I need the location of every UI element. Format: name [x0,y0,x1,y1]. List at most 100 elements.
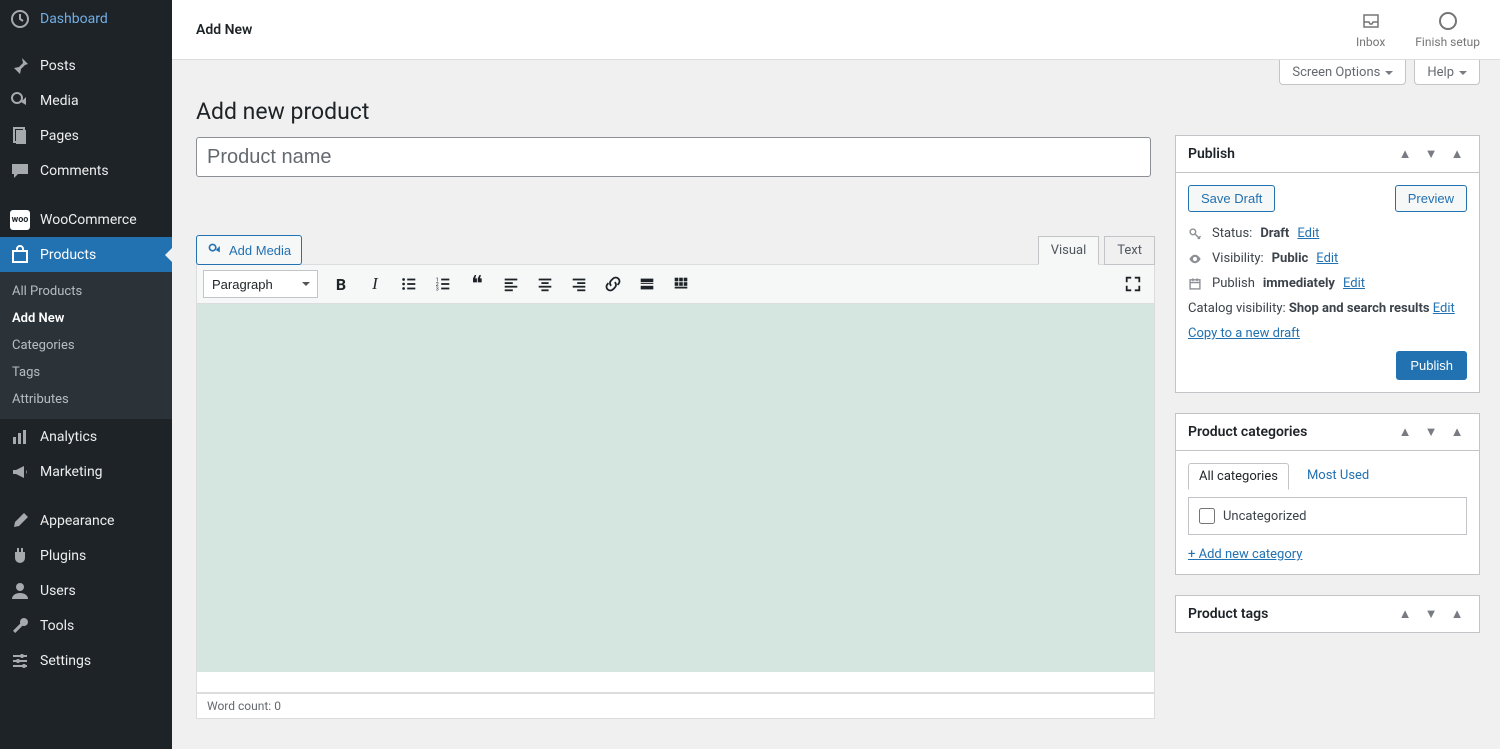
edit-status-link[interactable]: Edit [1297,226,1319,241]
main-content: Screen Options Help Add new product Add … [172,60,1500,749]
status-value: Draft [1260,226,1289,241]
sidebar-item-comments[interactable]: Comments [0,153,172,188]
italic-button[interactable]: I [360,269,390,299]
category-uncategorized[interactable]: Uncategorized [1199,508,1456,524]
sidebar-item-analytics[interactable]: Analytics [0,419,172,454]
brush-icon [10,511,30,531]
calendar-icon [1188,277,1204,291]
uncategorized-checkbox[interactable] [1199,508,1215,524]
move-down-icon[interactable]: ▼ [1421,606,1441,622]
toggle-panel-icon[interactable]: ▲ [1447,606,1467,622]
toggle-panel-icon[interactable]: ▲ [1447,146,1467,162]
dashboard-icon [10,9,30,29]
sidebar-item-media[interactable]: Media [0,83,172,118]
admin-topbar: Add New Inbox Finish setup [172,0,1500,60]
chevron-down-icon [1459,71,1467,79]
screen-options-tab[interactable]: Screen Options [1279,60,1406,85]
add-new-category-link[interactable]: + Add new category [1188,547,1302,562]
inbox-button[interactable]: Inbox [1356,11,1385,49]
quote-button[interactable]: ❝ [462,269,492,299]
copy-draft-link[interactable]: Copy to a new draft [1188,326,1300,341]
align-right-button[interactable] [564,269,594,299]
sidebar-item-settings[interactable]: Settings [0,643,172,678]
sidebar-label: Marketing [40,464,103,480]
move-down-icon[interactable]: ▼ [1421,146,1441,162]
submenu-tags[interactable]: Tags [0,359,172,386]
preview-button[interactable]: Preview [1395,185,1467,212]
move-up-icon[interactable]: ▲ [1395,606,1415,622]
sidebar-item-pages[interactable]: Pages [0,118,172,153]
publish-button[interactable]: Publish [1396,351,1467,380]
add-media-button[interactable]: Add Media [196,235,302,265]
sidebar-label: Comments [40,163,109,179]
admin-sidebar: Dashboard Posts Media Pages Comments woo… [0,0,172,749]
submenu-categories[interactable]: Categories [0,332,172,359]
bold-button[interactable]: B [326,269,356,299]
numbered-list-button[interactable]: 123 [428,269,458,299]
submenu-attributes[interactable]: Attributes [0,386,172,413]
sliders-icon [10,651,30,671]
submenu-all-products[interactable]: All Products [0,278,172,305]
publish-on-label: Publish [1212,276,1255,291]
catalog-value: Shop and search results [1289,301,1430,316]
woocommerce-icon: woo [10,210,30,230]
visibility-label: Visibility: [1212,251,1264,266]
fullscreen-button[interactable] [1118,269,1148,299]
submenu-add-new[interactable]: Add New [0,305,172,332]
tab-visual[interactable]: Visual [1038,236,1100,265]
align-left-button[interactable] [496,269,526,299]
add-media-label: Add Media [229,243,291,258]
toolbar-toggle-button[interactable] [666,269,696,299]
help-label: Help [1427,65,1454,80]
sidebar-label: Users [40,583,76,599]
edit-publish-link[interactable]: Edit [1343,276,1365,291]
finish-setup-button[interactable]: Finish setup [1415,11,1480,49]
toggle-panel-icon[interactable]: ▲ [1447,424,1467,440]
product-name-input[interactable] [196,137,1151,177]
key-icon [1188,227,1204,241]
sidebar-item-dashboard[interactable]: Dashboard [0,0,172,38]
save-draft-button[interactable]: Save Draft [1188,185,1275,212]
read-more-button[interactable] [632,269,662,299]
tab-text[interactable]: Text [1104,236,1155,265]
link-button[interactable] [598,269,628,299]
sidebar-item-marketing[interactable]: Marketing [0,454,172,489]
tab-most-used[interactable]: Most Used [1297,463,1379,490]
catalog-label: Catalog visibility: [1188,301,1286,316]
editor-canvas[interactable] [197,304,1154,672]
sidebar-item-appearance[interactable]: Appearance [0,503,172,538]
publish-postbox: Publish ▲ ▼ ▲ Save Draft Preview Status: [1175,135,1480,393]
sidebar-label: Tools [40,618,74,634]
align-center-button[interactable] [530,269,560,299]
tags-heading: Product tags [1188,606,1268,622]
sidebar-item-woocommerce[interactable]: woo WooCommerce [0,202,172,237]
editor-toolbar: Paragraph B I 123 ❝ [197,265,1154,304]
move-up-icon[interactable]: ▲ [1395,424,1415,440]
finish-setup-label: Finish setup [1415,35,1480,49]
move-down-icon[interactable]: ▼ [1421,424,1441,440]
eye-icon [1188,252,1204,266]
sidebar-label: Analytics [40,429,97,445]
sidebar-item-plugins[interactable]: Plugins [0,538,172,573]
plugin-icon [10,546,30,566]
tab-all-categories[interactable]: All categories [1188,463,1289,490]
sidebar-item-posts[interactable]: Posts [0,48,172,83]
sidebar-label: Products [40,247,96,263]
edit-visibility-link[interactable]: Edit [1316,251,1338,266]
products-submenu: All Products Add New Categories Tags Att… [0,272,172,419]
sidebar-label: Media [40,93,79,109]
publish-on-value: immediately [1263,276,1335,291]
screen-options-label: Screen Options [1292,65,1380,80]
sidebar-item-products[interactable]: Products [0,237,172,272]
sidebar-item-users[interactable]: Users [0,573,172,608]
move-up-icon[interactable]: ▲ [1395,146,1415,162]
format-select[interactable]: Paragraph [203,270,318,298]
sidebar-item-tools[interactable]: Tools [0,608,172,643]
circle-icon [1438,11,1458,31]
bullet-list-button[interactable] [394,269,424,299]
help-tab[interactable]: Help [1414,60,1480,85]
analytics-icon [10,427,30,447]
page-icon [10,126,30,146]
edit-catalog-link[interactable]: Edit [1433,301,1455,316]
inbox-icon [1361,11,1381,31]
